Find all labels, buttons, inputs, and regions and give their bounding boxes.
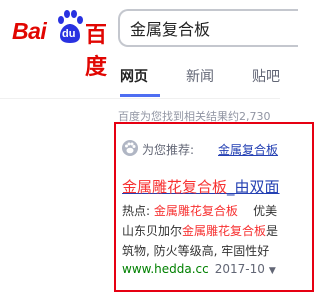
search-input[interactable] [130,18,290,37]
result-title-link[interactable]: 金属雕花复合板_由双面 [122,176,280,197]
result-snippet-line: 筑物, 防火等级高, 牢固性好 [122,244,270,258]
snippet-highlight: 金属雕花复合板 [182,224,267,238]
result-url-line: www.hedda.cc 2017-10 ▼ [122,262,276,276]
logo-du-text: du [62,28,76,40]
tab-news[interactable]: 新闻 [186,66,214,86]
recommend-label: 为您推荐: [142,143,195,157]
logo-latin-text: Bai [12,18,47,44]
snippet-highlight: 金属雕花复合板 [153,204,238,218]
snippet-text: 优美 [253,204,278,218]
chevron-down-icon[interactable]: ▼ [269,266,276,276]
tab-tieba[interactable]: 贴吧 [252,66,280,86]
result-snippet-line: 山东贝加尔金属雕花复合板是 [122,222,278,239]
result-snippet-line: 热点: 金属雕花复合板 优美 [122,202,277,219]
result-title-highlight: 金属雕花复合板 [122,178,228,196]
result-date: 2017-10 [214,262,265,276]
snippet-prefix: 热点: [122,204,151,218]
search-box[interactable] [118,9,298,47]
paw-icon [122,140,138,156]
tab-web[interactable]: 网页 [120,66,148,86]
active-tab-indicator [120,94,160,97]
baidu-logo[interactable]: Bai du 百度 [12,10,118,80]
search-tabs: 网页 新闻 贴吧 [0,58,280,99]
snippet-text: 是 [266,224,279,238]
result-url[interactable]: www.hedda.cc [122,262,209,276]
snippet-text: 山东贝加尔 [122,224,183,238]
result-title-rest: _由双面 [227,178,280,196]
recommend-link[interactable]: 金属复合板 [218,141,278,158]
